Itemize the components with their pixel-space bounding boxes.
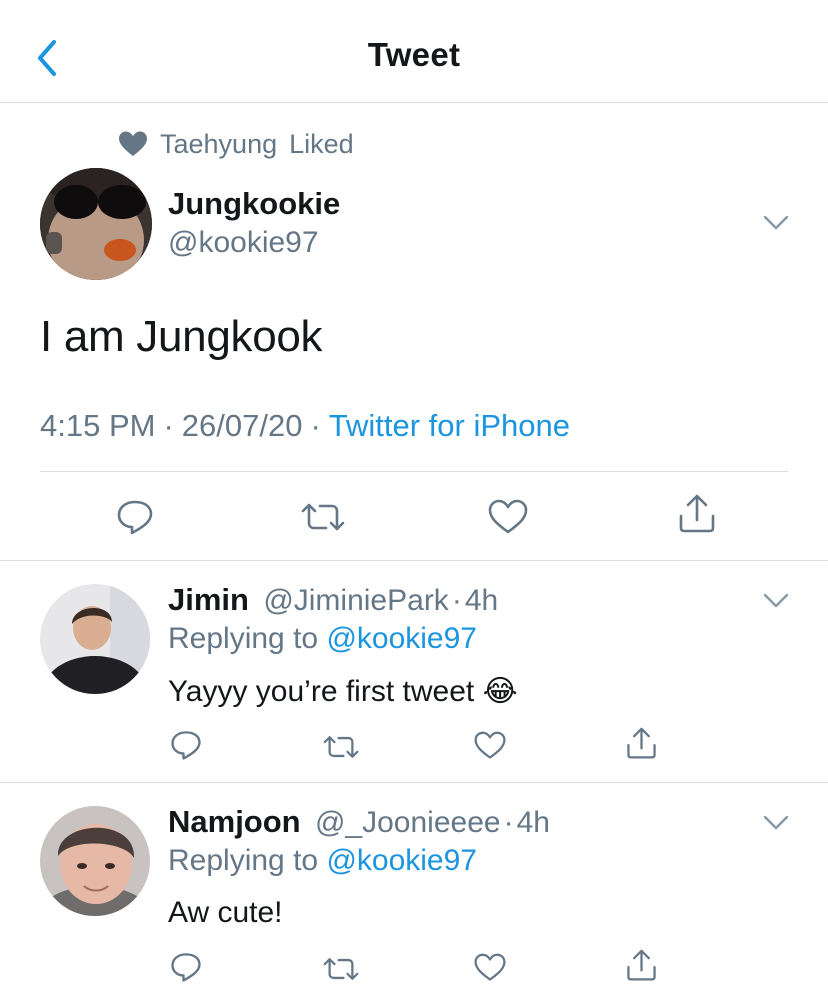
heart-filled-icon — [119, 131, 147, 156]
mention-link[interactable]: @kookie97 — [326, 622, 477, 655]
avatar-image — [40, 806, 150, 916]
reply-icon — [171, 953, 201, 982]
tweet-meta: 4:15 PM · 26/07/20 · Twitter for iPhone — [40, 408, 570, 444]
context-user[interactable]: Taehyung — [160, 129, 277, 160]
tweet-source-link[interactable]: Twitter for iPhone — [329, 408, 570, 443]
time-separator: · — [503, 806, 514, 839]
chevron-down-icon[interactable] — [762, 814, 790, 832]
user-handle[interactable]: @_Joonieeee — [315, 806, 501, 839]
share-button[interactable] — [626, 727, 657, 760]
replying-to: Replying to @kookie97 — [168, 622, 477, 656]
joy-emoji: 😂 — [482, 675, 518, 708]
reply-button[interactable] — [170, 951, 202, 983]
reply-icon — [171, 731, 201, 760]
like-button[interactable] — [488, 499, 528, 535]
top-bar: Tweet — [0, 0, 828, 103]
display-name[interactable]: Jungkookie — [168, 186, 340, 222]
chevron-down-icon[interactable] — [762, 592, 790, 610]
reply-text: Yayyy you’re first tweet 😂 — [168, 674, 518, 709]
divider — [40, 471, 788, 472]
replying-to: Replying to @kookie97 — [168, 844, 477, 878]
chevron-down-icon[interactable] — [762, 214, 790, 232]
reply-button[interactable] — [170, 729, 202, 761]
avatar[interactable] — [40, 168, 152, 280]
heart-outline-icon — [488, 499, 528, 534]
tweet-date[interactable]: 26/07/20 — [182, 408, 303, 443]
display-name[interactable]: Jimin — [168, 582, 249, 617]
meta-separator: · — [163, 408, 174, 443]
reply-text: Aw cute! — [168, 896, 283, 929]
avatar-image — [40, 584, 150, 694]
user-handle[interactable]: @JiminiePark — [263, 584, 449, 617]
retweet-icon — [323, 958, 359, 980]
heart-outline-icon — [474, 731, 506, 759]
reply-age[interactable]: 4h — [465, 584, 498, 617]
avatar-image — [40, 168, 152, 280]
tweet-text: I am Jungkook — [40, 312, 323, 361]
reply-body: Yayyy you’re first tweet — [168, 675, 475, 708]
retweet-icon — [301, 503, 345, 531]
user-handle[interactable]: @kookie97 — [168, 226, 319, 260]
reply-icon — [117, 500, 153, 535]
retweet-button[interactable] — [322, 734, 360, 760]
retweet-button[interactable] — [300, 501, 346, 533]
context-action: Liked — [289, 128, 354, 159]
retweet-icon — [323, 736, 359, 758]
share-icon — [627, 949, 656, 981]
reply-button[interactable] — [116, 498, 154, 536]
share-button[interactable] — [678, 494, 716, 534]
divider — [0, 560, 828, 561]
social-context: Taehyung Liked — [118, 126, 354, 162]
replying-label: Replying to — [168, 844, 319, 877]
divider — [0, 782, 828, 783]
tweet-time[interactable]: 4:15 PM — [40, 408, 155, 443]
page-title: Tweet — [367, 36, 461, 73]
share-icon — [627, 727, 656, 759]
reply-header: Jimin @JiminiePark · 4h — [168, 582, 498, 618]
retweet-button[interactable] — [322, 956, 360, 982]
like-button[interactable] — [474, 731, 506, 760]
replying-label: Replying to — [168, 622, 319, 655]
avatar[interactable] — [40, 806, 150, 916]
reply-header: Namjoon @_Joonieeee · 4h — [168, 804, 550, 840]
reply-age[interactable]: 4h — [517, 806, 550, 839]
display-name[interactable]: Namjoon — [168, 804, 301, 839]
share-icon — [679, 494, 715, 533]
mention-link[interactable]: @kookie97 — [326, 844, 477, 877]
avatar[interactable] — [40, 584, 150, 694]
like-button[interactable] — [474, 953, 506, 982]
meta-separator: · — [310, 408, 321, 443]
time-separator: · — [451, 584, 462, 617]
share-button[interactable] — [626, 949, 657, 982]
heart-outline-icon — [474, 953, 506, 981]
